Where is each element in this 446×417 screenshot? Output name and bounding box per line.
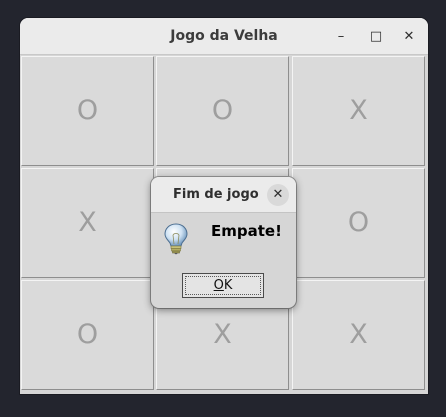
board-cell-1[interactable]: O — [21, 56, 154, 166]
dialog-titlebar[interactable]: Fim de jogo ✕ — [151, 177, 296, 213]
maximize-icon[interactable]: □ — [365, 26, 387, 48]
ok-button[interactable]: OK — [182, 273, 264, 298]
board-cell-7[interactable]: O — [21, 280, 154, 390]
dialog-title: Fim de jogo — [173, 187, 259, 202]
lightbulb-icon — [164, 223, 188, 255]
close-icon[interactable]: ✕ — [398, 26, 420, 48]
board-cell-4[interactable]: X — [21, 168, 154, 278]
minimize-icon[interactable]: – — [330, 26, 352, 48]
dialog-close-icon[interactable]: ✕ — [267, 184, 289, 206]
board-cell-2[interactable]: O — [156, 56, 289, 166]
game-over-dialog: Fim de jogo ✕ Empate! OK — [151, 177, 296, 308]
board-cell-6[interactable]: O — [292, 168, 425, 278]
ok-mnemonic: O — [213, 278, 224, 293]
ok-label-rest: K — [223, 278, 233, 293]
dialog-message: Empate! — [211, 222, 282, 240]
board-cell-3[interactable]: X — [292, 56, 425, 166]
board-cell-9[interactable]: X — [292, 280, 425, 390]
window-titlebar[interactable]: Jogo da Velha – □ ✕ — [20, 18, 428, 55]
